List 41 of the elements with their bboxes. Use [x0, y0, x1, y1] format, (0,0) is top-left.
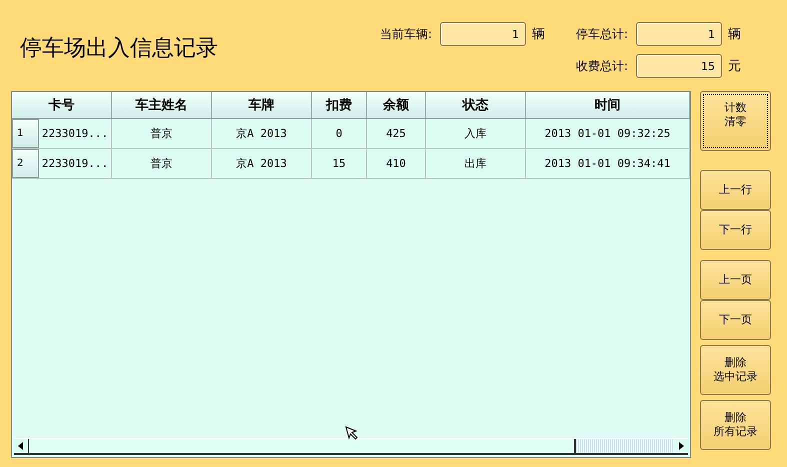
- action-button[interactable]: 下一行: [700, 210, 771, 250]
- action-button[interactable]: 计数 清零: [700, 91, 771, 151]
- column-header[interactable]: 余额: [367, 92, 426, 118]
- table-cell: 2013 01-01 09:34:41: [526, 149, 690, 178]
- counter-label: 收费总计:: [576, 58, 629, 74]
- table-cell: 京A 2013: [212, 119, 312, 148]
- row-header[interactable]: 2: [12, 149, 39, 178]
- table-cell: 2013 01-01 09:32:25: [526, 119, 690, 148]
- table-cell: 出库: [426, 149, 526, 178]
- table-cell: 15: [312, 149, 367, 178]
- column-header[interactable]: 状态: [426, 92, 526, 118]
- counter-field: 1: [636, 22, 722, 46]
- column-header[interactable]: 车牌: [212, 92, 312, 118]
- table-cell: 425: [367, 119, 426, 148]
- table-cell: 普京: [112, 119, 212, 148]
- table-cell: 2233019...: [39, 119, 112, 148]
- scrollbar-thumb[interactable]: [28, 439, 576, 453]
- unit-label: 辆: [727, 26, 741, 43]
- action-button[interactable]: 删除 选中记录: [700, 345, 771, 395]
- unit-label: 辆: [531, 26, 545, 43]
- table-cell: 普京: [112, 149, 212, 178]
- counter-label: 停车总计:: [576, 26, 629, 42]
- counter-field: 1: [440, 22, 526, 46]
- column-header[interactable]: 卡号: [12, 92, 112, 118]
- action-button[interactable]: 上一行: [700, 170, 771, 210]
- table-cell: 0: [312, 119, 367, 148]
- column-header[interactable]: 时间: [526, 92, 690, 118]
- row-header[interactable]: 1: [12, 119, 39, 148]
- column-header[interactable]: 扣费: [312, 92, 367, 118]
- column-header[interactable]: 车主姓名: [112, 92, 212, 118]
- action-button[interactable]: 下一页: [700, 300, 771, 340]
- unit-label: 元: [727, 58, 741, 75]
- table-cell: 京A 2013: [212, 149, 312, 178]
- table-cell: 入库: [426, 119, 526, 148]
- table-cell: 2233019...: [39, 149, 112, 178]
- action-button[interactable]: 上一页: [700, 260, 771, 300]
- window-title: 停车场出入信息记录: [20, 35, 218, 63]
- table-cell: 410: [367, 149, 426, 178]
- action-button[interactable]: 删除 所有记录: [700, 400, 771, 450]
- counter-label: 当前车辆:: [380, 26, 433, 42]
- counter-field: 15: [636, 54, 722, 78]
